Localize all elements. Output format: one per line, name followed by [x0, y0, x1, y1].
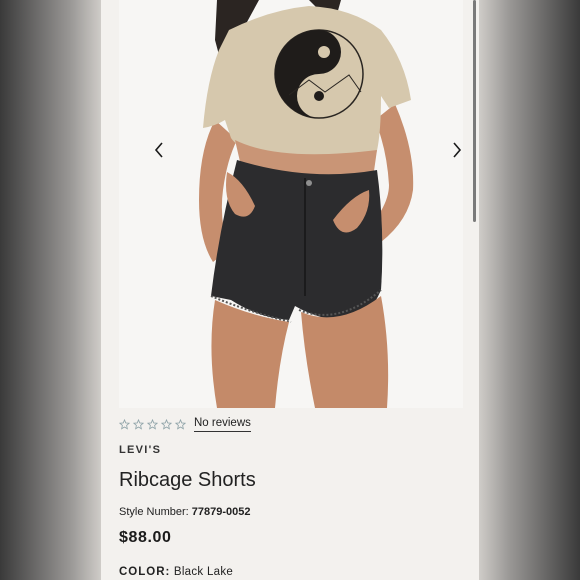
- star-icon: [147, 419, 158, 430]
- star-icon: [133, 419, 144, 430]
- star-icon: [119, 419, 130, 430]
- gallery-prev-button[interactable]: [149, 139, 169, 161]
- chevron-left-icon: [154, 142, 163, 158]
- scrollbar[interactable]: [473, 0, 476, 222]
- rating-row: No reviews: [119, 417, 251, 432]
- gallery-next-button[interactable]: [447, 139, 463, 161]
- style-number-label: Style Number:: [119, 506, 189, 518]
- style-number-value: 77879-0052: [191, 506, 251, 518]
- chevron-right-icon: [453, 142, 462, 158]
- product-price: $88.00: [119, 529, 172, 546]
- star-icon: [175, 419, 186, 430]
- background-right: [479, 0, 580, 580]
- product-title: Ribcage Shorts: [119, 469, 256, 491]
- product-image-gallery[interactable]: [119, 0, 463, 408]
- brand-name[interactable]: LEVI'S: [119, 444, 161, 456]
- color-row: COLOR: Black Lake: [119, 566, 233, 578]
- product-photo: [119, 0, 463, 408]
- star-icon: [161, 419, 172, 430]
- color-value: Black Lake: [173, 566, 234, 578]
- product-page: No reviews LEVI'S Ribcage Shorts Style N…: [101, 0, 479, 580]
- reviews-link[interactable]: No reviews: [194, 417, 251, 432]
- color-label: COLOR:: [119, 566, 171, 578]
- background-left: [0, 0, 101, 580]
- style-number-row: Style Number: 77879-0052: [119, 506, 251, 518]
